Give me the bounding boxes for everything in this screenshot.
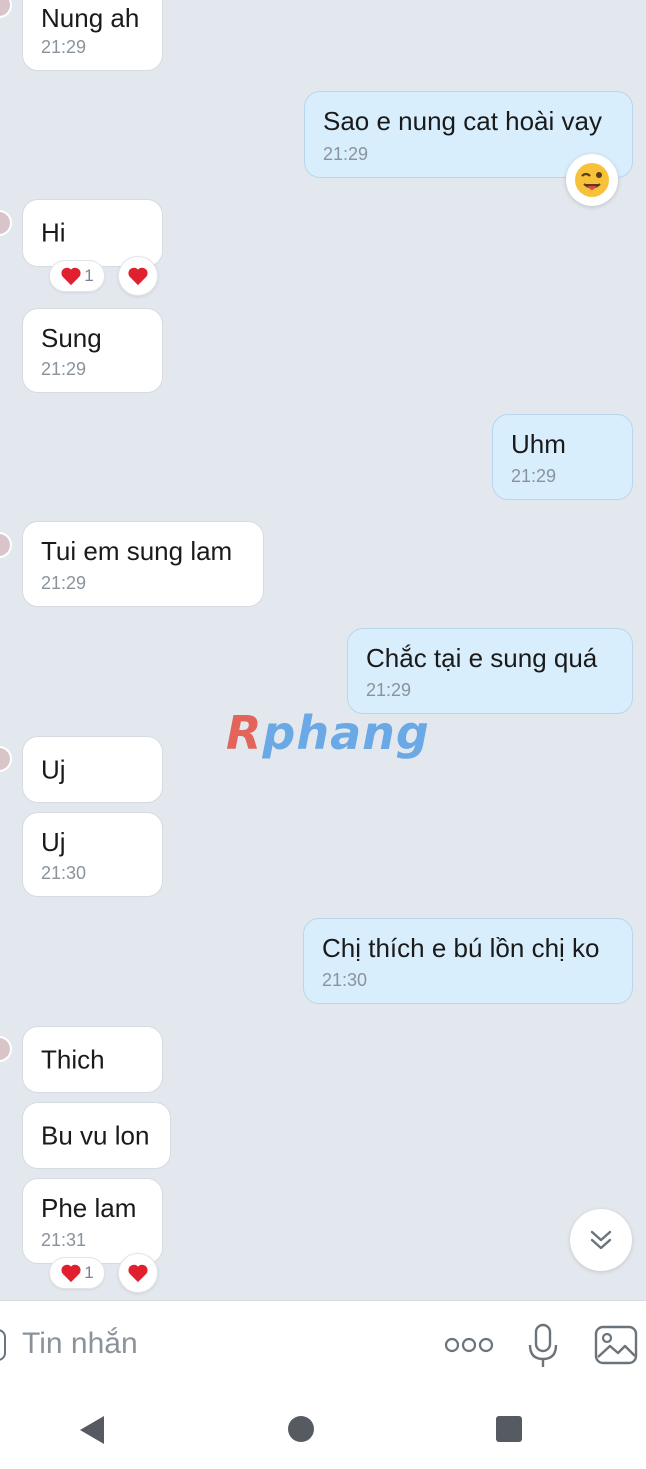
message-bubble-incoming[interactable]: Bu vu lon (22, 1102, 171, 1169)
back-triangle-icon[interactable] (78, 1414, 106, 1446)
heart-icon (128, 1264, 148, 1283)
system-navigation-bar (0, 1390, 646, 1469)
message-bubble-incoming[interactable]: Phe lam 21:31 (22, 1178, 163, 1264)
message-text: Sung (41, 323, 102, 353)
message-time: 21:29 (511, 466, 557, 486)
message-text: Uj (41, 754, 66, 784)
message-text: Phe lam (41, 1193, 137, 1223)
reaction-count-value: 1 (84, 266, 94, 285)
message-time: 21:29 (41, 359, 87, 379)
message-bubble-incoming[interactable]: Nung ah 21:29 (22, 0, 163, 71)
winking-tongue-face-icon (575, 163, 609, 197)
message-bubble-incoming[interactable]: Thich (22, 1026, 163, 1093)
message-text: Tui em sung lam (41, 536, 233, 566)
message-bubble-incoming[interactable]: Tui em sung lam 21:29 (22, 521, 264, 607)
message-text: Chị thích e bú lồn chị ko (322, 933, 600, 963)
avatar[interactable] (0, 532, 12, 558)
microphone-icon[interactable] (526, 1323, 560, 1369)
message-text: Nung ah (41, 3, 140, 33)
home-circle-icon[interactable] (287, 1415, 315, 1443)
chevron-double-down-icon (590, 1230, 612, 1250)
message-time: 21:29 (41, 37, 87, 57)
message-text: Uhm (511, 429, 566, 459)
message-bubble-incoming[interactable]: Sung 21:29 (22, 308, 163, 393)
message-time: 21:29 (41, 573, 87, 593)
more-options-icon[interactable] (444, 1333, 494, 1357)
reaction-emoji-badge[interactable] (566, 154, 618, 206)
message-text: Thich (41, 1044, 105, 1074)
avatar[interactable] (0, 210, 12, 236)
avatar[interactable] (0, 1036, 12, 1062)
heart-icon (61, 1264, 81, 1283)
reaction-count[interactable]: 1 (49, 260, 105, 292)
message-text: Sao e nung cat hoài vay (323, 106, 602, 136)
react-button[interactable] (118, 256, 158, 296)
message-time: 21:29 (366, 680, 412, 700)
watermark-logo: Rphang (226, 706, 430, 760)
message-text: Bu vu lon (41, 1120, 150, 1150)
message-input[interactable]: Tin nhắn (22, 1327, 138, 1361)
message-time: 21:31 (41, 1230, 87, 1250)
message-time: 21:30 (322, 970, 368, 990)
message-text: Hi (41, 217, 66, 248)
image-icon[interactable] (594, 1325, 638, 1365)
message-time: 21:29 (323, 144, 369, 164)
message-bubble-outgoing[interactable]: Uhm 21:29 (492, 414, 633, 500)
heart-icon (61, 267, 81, 286)
message-text: Uj (41, 827, 66, 857)
avatar[interactable] (0, 0, 12, 18)
message-text: Chắc tại e sung quá (366, 643, 598, 673)
message-bubble-outgoing[interactable]: Chị thích e bú lồn chị ko 21:30 (303, 918, 633, 1004)
chat-area[interactable]: Nung ah 21:29 Sao e nung cat hoài vay 21… (0, 0, 646, 1300)
react-button[interactable] (118, 1253, 158, 1293)
reaction-count-value: 1 (84, 1263, 94, 1282)
message-bubble-incoming[interactable]: Uj (22, 736, 163, 803)
avatar[interactable] (0, 746, 12, 772)
message-composer: Tin nhắn (0, 1300, 646, 1390)
recents-square-icon[interactable] (495, 1415, 523, 1443)
message-time: 21:30 (41, 863, 87, 883)
heart-icon (128, 267, 148, 286)
message-bubble-outgoing[interactable]: Chắc tại e sung quá 21:29 (347, 628, 633, 714)
scroll-to-bottom-button[interactable] (570, 1209, 632, 1271)
sticker-icon[interactable] (0, 1329, 6, 1361)
reaction-count[interactable]: 1 (49, 1257, 105, 1289)
message-bubble-incoming[interactable]: Uj 21:30 (22, 812, 163, 897)
